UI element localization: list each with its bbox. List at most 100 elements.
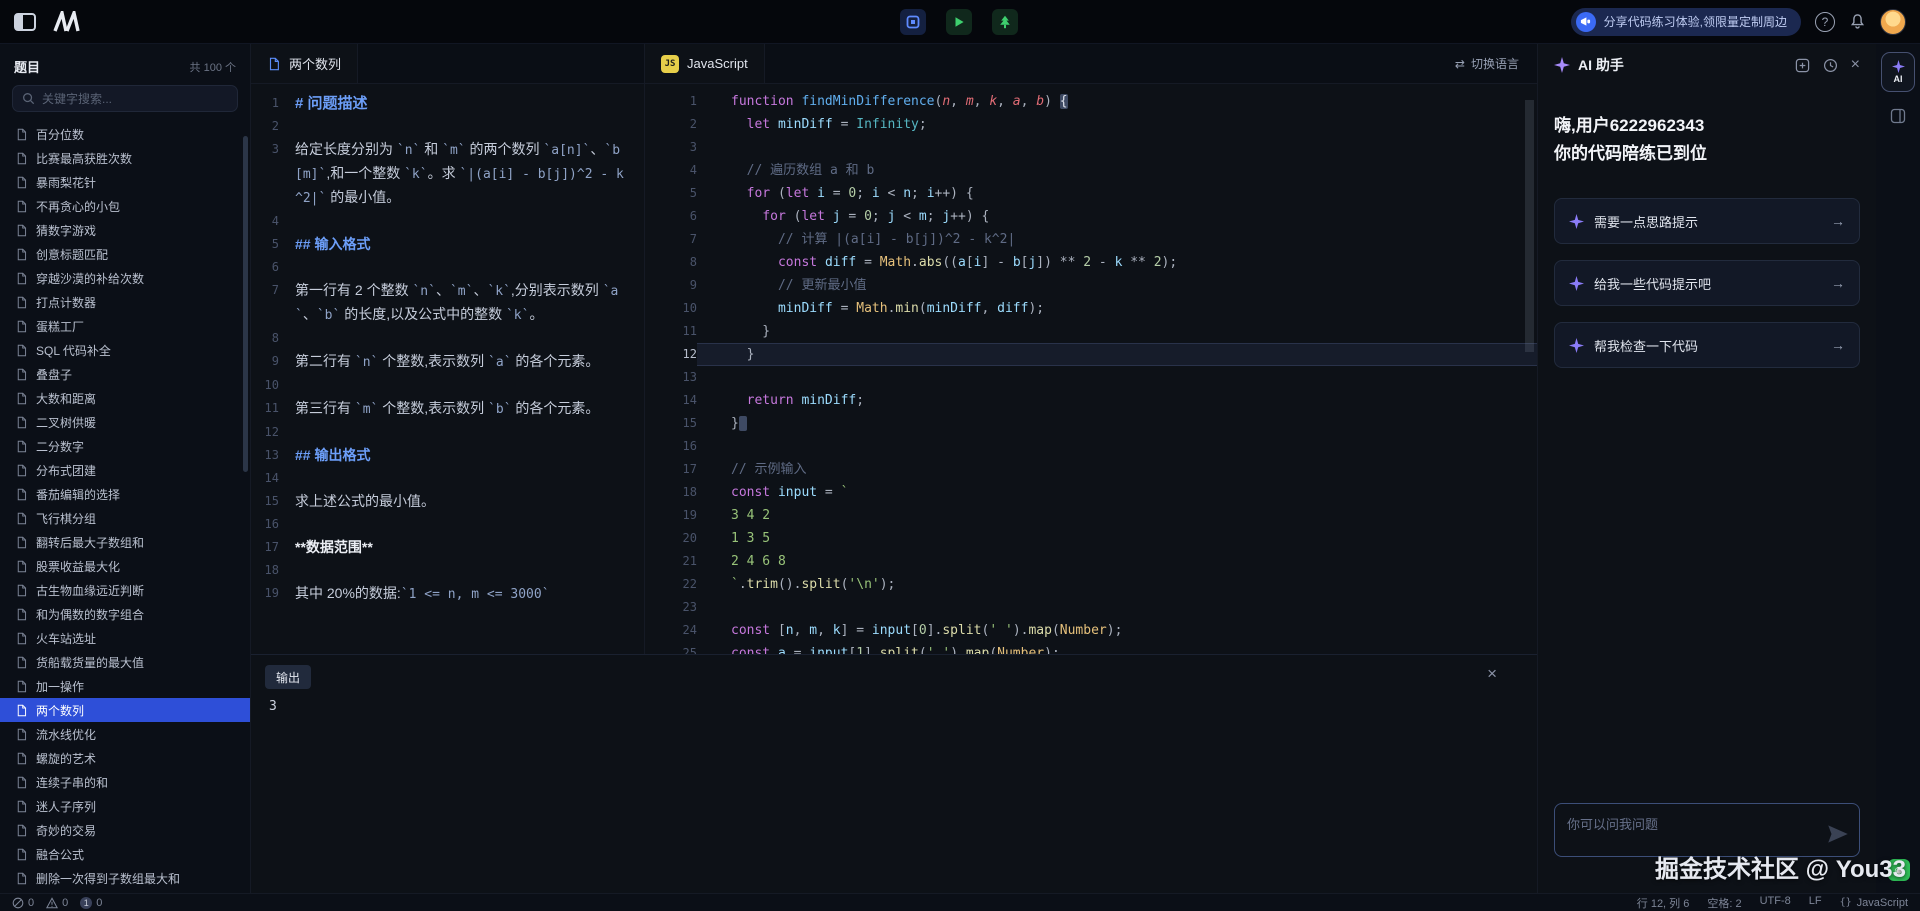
sidebar-item[interactable]: 打点计数器 xyxy=(0,290,250,314)
sidebar-item[interactable]: 古生物血缘远近判断 xyxy=(0,578,250,602)
feedback-button[interactable]: ◉ xyxy=(1888,859,1910,881)
sidebar-item[interactable]: 火车站选址 xyxy=(0,626,250,650)
panel-layout-icon[interactable] xyxy=(1890,108,1906,124)
close-icon[interactable]: × xyxy=(1851,56,1860,74)
code-line[interactable]: 11 } xyxy=(645,320,1537,343)
code-line[interactable]: 12 } xyxy=(645,343,1537,366)
app-logo-icon[interactable] xyxy=(52,11,84,33)
sidebar-item[interactable]: 两个数列 xyxy=(0,698,250,722)
sidebar-item[interactable]: 删除一次得到子数组最大和 xyxy=(0,866,250,890)
statusbar-item[interactable]: UTF-8 xyxy=(1760,895,1791,911)
close-icon[interactable]: × xyxy=(1487,665,1497,682)
code-line[interactable]: 18const input = ` xyxy=(645,481,1537,504)
new-chat-icon[interactable] xyxy=(1795,58,1810,73)
sidebar-item[interactable]: 猜数字游戏 xyxy=(0,218,250,242)
sidebar-item[interactable]: 股票收益最大化 xyxy=(0,554,250,578)
error-indicator[interactable]: 0 xyxy=(12,897,34,909)
sidebar-scrollbar[interactable] xyxy=(243,136,248,472)
sidebar-item[interactable]: SQL 代码补全 xyxy=(0,338,250,362)
code-line[interactable]: 212 4 6 8 xyxy=(645,550,1537,573)
code-line[interactable]: 2 let minDiff = Infinity; xyxy=(645,113,1537,136)
badge-one-indicator[interactable]: 10 xyxy=(80,897,102,909)
ai-suggestion-card[interactable]: 需要一点思路提示→ xyxy=(1554,198,1860,244)
send-icon[interactable] xyxy=(1825,821,1851,852)
code-line[interactable]: 9 // 更新最小值 xyxy=(645,274,1537,297)
sidebar-item[interactable]: 飞行棋分组 xyxy=(0,506,250,530)
code-line[interactable]: 4 // 遍历数组 a 和 b xyxy=(645,159,1537,182)
search-box[interactable] xyxy=(12,85,238,112)
code-line[interactable]: 201 3 5 xyxy=(645,527,1537,550)
sidebar-item[interactable]: 货船载货量的最大值 xyxy=(0,650,250,674)
code-line[interactable]: 6 for (let j = 0; j < m; j++) { xyxy=(645,205,1537,228)
sidebar-item[interactable]: 叠盘子 xyxy=(0,362,250,386)
sidebar-item[interactable]: 迷人子序列 xyxy=(0,794,250,818)
document-icon xyxy=(15,632,28,645)
ai-suggestion-card[interactable]: 给我一些代码提示吧→ xyxy=(1554,260,1860,306)
ai-assistant-panel: AI 助手 × 嗨,用户6222962343 你的代码陪练已到位 需要一点思路提… xyxy=(1537,44,1876,893)
code-area[interactable]: 1function findMinDifference(n, m, k, a, … xyxy=(645,84,1537,654)
code-line[interactable]: 14 return minDiff; xyxy=(645,389,1537,412)
code-line[interactable]: 8 const diff = Math.abs((a[i] - b[j]) **… xyxy=(645,251,1537,274)
sidebar-toggle-icon[interactable] xyxy=(14,13,36,31)
statusbar-language[interactable]: {} JavaScript xyxy=(1840,897,1908,909)
code-line[interactable]: 193 4 2 xyxy=(645,504,1537,527)
sidebar-item[interactable]: 连续子串的和 xyxy=(0,770,250,794)
ai-question-input[interactable]: 你可以问我问题 xyxy=(1554,803,1860,857)
tab-problem[interactable]: 两个数列 xyxy=(251,44,358,83)
debug-button[interactable] xyxy=(900,9,926,35)
search-input[interactable] xyxy=(42,92,228,106)
code-line[interactable]: 24const [n, m, k] = input[0].split(' ').… xyxy=(645,619,1537,642)
sidebar-item[interactable]: 分布式团建 xyxy=(0,458,250,482)
sidebar-item[interactable]: 和为偶数的数字组合 xyxy=(0,602,250,626)
bell-icon[interactable] xyxy=(1849,13,1866,30)
sidebar-item[interactable]: 螺旋的艺术 xyxy=(0,746,250,770)
code-line[interactable]: 23 xyxy=(645,596,1537,619)
sidebar-item[interactable]: 二分数字 xyxy=(0,434,250,458)
statusbar-problems[interactable]: 00 10 xyxy=(12,897,102,909)
code-line[interactable]: 17// 示例输入 xyxy=(645,458,1537,481)
sidebar-item[interactable]: 翻转后最大子数组和 xyxy=(0,530,250,554)
sidebar-item[interactable]: 加一操作 xyxy=(0,674,250,698)
sidebar-item[interactable]: 流水线优化 xyxy=(0,722,250,746)
sidebar-item[interactable]: 融合公式 xyxy=(0,842,250,866)
sidebar-item[interactable]: 不再贪心的小包 xyxy=(0,194,250,218)
statusbar-item[interactable]: 行 12, 列 6 xyxy=(1637,895,1690,911)
history-icon[interactable] xyxy=(1823,58,1838,73)
sidebar-item[interactable]: 番茄编辑的选择 xyxy=(0,482,250,506)
avatar[interactable] xyxy=(1880,9,1906,35)
sidebar-item[interactable]: 比赛最高获胜次数 xyxy=(0,146,250,170)
code-line[interactable]: 16 xyxy=(645,435,1537,458)
sidebar-item[interactable]: 蛋糕工厂 xyxy=(0,314,250,338)
sidebar-item[interactable]: 暴雨梨花针 xyxy=(0,170,250,194)
code-line[interactable]: 22`.trim().split('\n'); xyxy=(645,573,1537,596)
tab-javascript[interactable]: JS JavaScript xyxy=(645,44,765,83)
code-line[interactable]: 10 minDiff = Math.min(minDiff, diff); xyxy=(645,297,1537,320)
sidebar-item[interactable]: 大数和距离 xyxy=(0,386,250,410)
sidebar-item[interactable]: 奇妙的交易 xyxy=(0,818,250,842)
statusbar-item[interactable]: 空格: 2 xyxy=(1707,895,1741,911)
code-line[interactable]: 13 xyxy=(645,366,1537,389)
sidebar-item[interactable]: 二叉树供暖 xyxy=(0,410,250,434)
ai-launcher-button[interactable]: AI xyxy=(1881,52,1915,92)
sidebar-item[interactable]: 穿越沙漠的补给次数 xyxy=(0,266,250,290)
statusbar-item[interactable]: LF xyxy=(1809,895,1822,911)
sidebar-item[interactable]: 创意标题匹配 xyxy=(0,242,250,266)
code-line[interactable]: 7 // 计算 |(a[i] - b[j])^2 - k^2| xyxy=(645,228,1537,251)
share-banner[interactable]: 分享代码练习体验,领限量定制周边 xyxy=(1571,8,1801,36)
switch-language-button[interactable]: ⇄ 切换语言 xyxy=(1455,55,1519,72)
help-icon[interactable]: ? xyxy=(1815,12,1835,32)
output-tab[interactable]: 输出 xyxy=(265,665,311,689)
editor-scrollbar[interactable] xyxy=(1525,100,1534,352)
sidebar-item[interactable]: 百分位数 xyxy=(0,122,250,146)
code-line[interactable]: 25const a = input[1].split(' ').map(Numb… xyxy=(645,642,1537,654)
code-editor-panel: JS JavaScript ⇄ 切换语言 1function findMinDi… xyxy=(645,44,1537,654)
warning-indicator[interactable]: 0 xyxy=(46,897,68,909)
ai-suggestion-card[interactable]: 帮我检查一下代码→ xyxy=(1554,322,1860,368)
code-line[interactable]: 15} xyxy=(645,412,1537,435)
code-line[interactable]: 5 for (let i = 0; i < n; i++) { xyxy=(645,182,1537,205)
line-number: 7 xyxy=(645,228,697,251)
code-line[interactable]: 1function findMinDifference(n, m, k, a, … xyxy=(645,90,1537,113)
submit-button[interactable] xyxy=(992,9,1018,35)
code-line[interactable]: 3 xyxy=(645,136,1537,159)
run-button[interactable] xyxy=(946,9,972,35)
